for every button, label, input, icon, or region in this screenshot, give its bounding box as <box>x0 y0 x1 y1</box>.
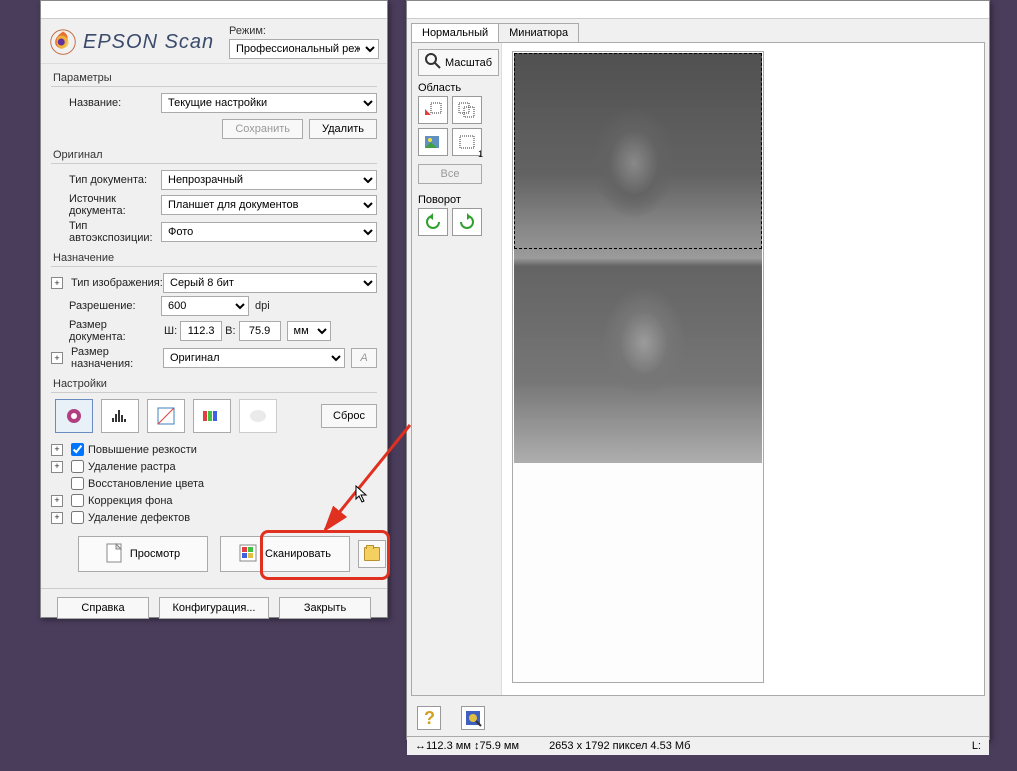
magnifier-icon <box>425 53 441 72</box>
expand-target-size[interactable]: + <box>51 352 63 364</box>
auto-locate-icon[interactable] <box>418 128 448 156</box>
area-heading: Область <box>418 82 495 94</box>
color-restore-checkbox[interactable] <box>71 477 84 490</box>
brand-title: EPSON Scan <box>83 31 214 54</box>
preview-window: Нормальный Миниатюра Масштаб Область 1 В… <box>406 0 990 740</box>
original-heading: Оригинал <box>51 149 377 161</box>
image-type-select[interactable]: Серый 8 бит <box>163 273 377 293</box>
backlight-label: Коррекция фона <box>88 495 173 507</box>
expand-descreen[interactable]: + <box>51 461 63 473</box>
preview-canvas[interactable] <box>502 43 984 695</box>
width-input[interactable] <box>180 321 222 341</box>
close-button[interactable]: Закрыть <box>279 597 371 619</box>
densitometer-icon[interactable] <box>461 706 485 730</box>
height-label: В: <box>225 325 235 337</box>
delete-marquee-icon[interactable] <box>418 96 448 124</box>
help-button[interactable]: Справка <box>57 597 149 619</box>
histogram-icon[interactable] <box>101 399 139 433</box>
destination-heading: Назначение <box>51 252 377 264</box>
expand-backlight[interactable]: + <box>51 495 63 507</box>
preview-button-label: Просмотр <box>130 548 180 560</box>
expand-image-type[interactable]: + <box>51 277 63 289</box>
svg-text:?: ? <box>424 708 435 728</box>
epson-scan-window: EPSON Scan Режим: Профессиональный режим… <box>40 0 388 618</box>
adjustments-heading: Настройки <box>51 378 377 390</box>
page-icon <box>106 543 122 566</box>
color-palette-icon[interactable] <box>239 399 277 433</box>
auto-adjust-icon[interactable] <box>55 399 93 433</box>
zoom-button[interactable]: Масштаб <box>418 49 499 76</box>
epson-logo-icon <box>49 28 77 56</box>
params-heading: Параметры <box>51 72 377 84</box>
expand-dust[interactable]: + <box>51 512 63 524</box>
rotate-heading: Поворот <box>418 194 495 206</box>
reset-button[interactable]: Сброс <box>321 404 377 428</box>
orientation-button[interactable]: A <box>351 348 377 368</box>
save-settings-button[interactable]: Сохранить <box>222 119 303 139</box>
width-label: Ш: <box>164 325 177 337</box>
copy-marquee-icon[interactable] <box>452 96 482 124</box>
resolution-unit: dpi <box>255 300 270 312</box>
resolution-select[interactable]: 600 <box>161 296 249 316</box>
doc-source-label: Источник документа: <box>51 193 161 217</box>
sharpen-label: Повышение резкости <box>88 444 197 456</box>
preview-titlebar[interactable] <box>407 1 989 19</box>
annotation-highlight <box>260 530 390 580</box>
status-level: L: <box>972 740 981 752</box>
color-adjust-icon[interactable] <box>193 399 231 433</box>
doc-source-select[interactable]: Планшет для документов <box>161 195 377 215</box>
selection-marquee[interactable] <box>514 53 762 249</box>
color-restore-label: Восстановление цвета <box>88 478 204 490</box>
rotate-right-icon[interactable] <box>452 208 482 236</box>
scanned-page <box>512 51 764 683</box>
dust-label: Удаление дефектов <box>88 512 190 524</box>
rotate-left-icon[interactable] <box>418 208 448 236</box>
unit-select[interactable]: мм <box>287 321 331 341</box>
target-size-label: Размер назначения: <box>67 346 163 370</box>
mouse-cursor-icon <box>355 485 369 506</box>
doc-size-label: Размер документа: <box>51 319 161 343</box>
preview-button[interactable]: Просмотр <box>78 536 208 572</box>
mode-select[interactable]: Профессиональный режим <box>229 39 379 59</box>
dust-checkbox[interactable] <box>71 511 84 524</box>
auto-exposure-select[interactable]: Фото <box>161 222 377 242</box>
doc-type-label: Тип документа: <box>51 174 161 186</box>
resolution-label: Разрешение: <box>51 300 161 312</box>
marquee-count: 1 <box>478 149 483 159</box>
status-dimensions: ↔112.3 мм ↕75.9 мм <box>415 740 519 752</box>
target-size-select[interactable]: Оригинал <box>163 348 345 368</box>
mode-label: Режим: <box>229 25 379 37</box>
doc-type-select[interactable]: Непрозрачный <box>161 170 377 190</box>
auto-exposure-label: Тип автоэкспозиции: <box>51 220 161 244</box>
tab-thumbnail[interactable]: Миниатюра <box>498 23 579 42</box>
scan-icon <box>239 544 257 565</box>
select-all-button[interactable]: Все <box>418 164 482 184</box>
help-icon[interactable]: ? <box>417 706 441 730</box>
image-type-label: Тип изображения: <box>67 277 163 289</box>
settings-name-select[interactable]: Текущие настройки <box>161 93 377 113</box>
marquee-count-icon[interactable]: 1 <box>452 128 482 156</box>
descreen-checkbox[interactable] <box>71 460 84 473</box>
titlebar[interactable] <box>41 1 387 19</box>
delete-settings-button[interactable]: Удалить <box>309 119 377 139</box>
tab-normal[interactable]: Нормальный <box>411 23 499 42</box>
status-pixels: 2653 x 1792 пиксел 4.53 Мб <box>549 740 690 752</box>
backlight-checkbox[interactable] <box>71 494 84 507</box>
zoom-button-label: Масштаб <box>445 57 492 69</box>
name-label: Название: <box>51 97 161 109</box>
descreen-label: Удаление растра <box>88 461 176 473</box>
sharpen-checkbox[interactable] <box>71 443 84 456</box>
configuration-button[interactable]: Конфигурация... <box>159 597 269 619</box>
tone-curve-icon[interactable] <box>147 399 185 433</box>
expand-sharpen[interactable]: + <box>51 444 63 456</box>
height-input[interactable] <box>239 321 281 341</box>
